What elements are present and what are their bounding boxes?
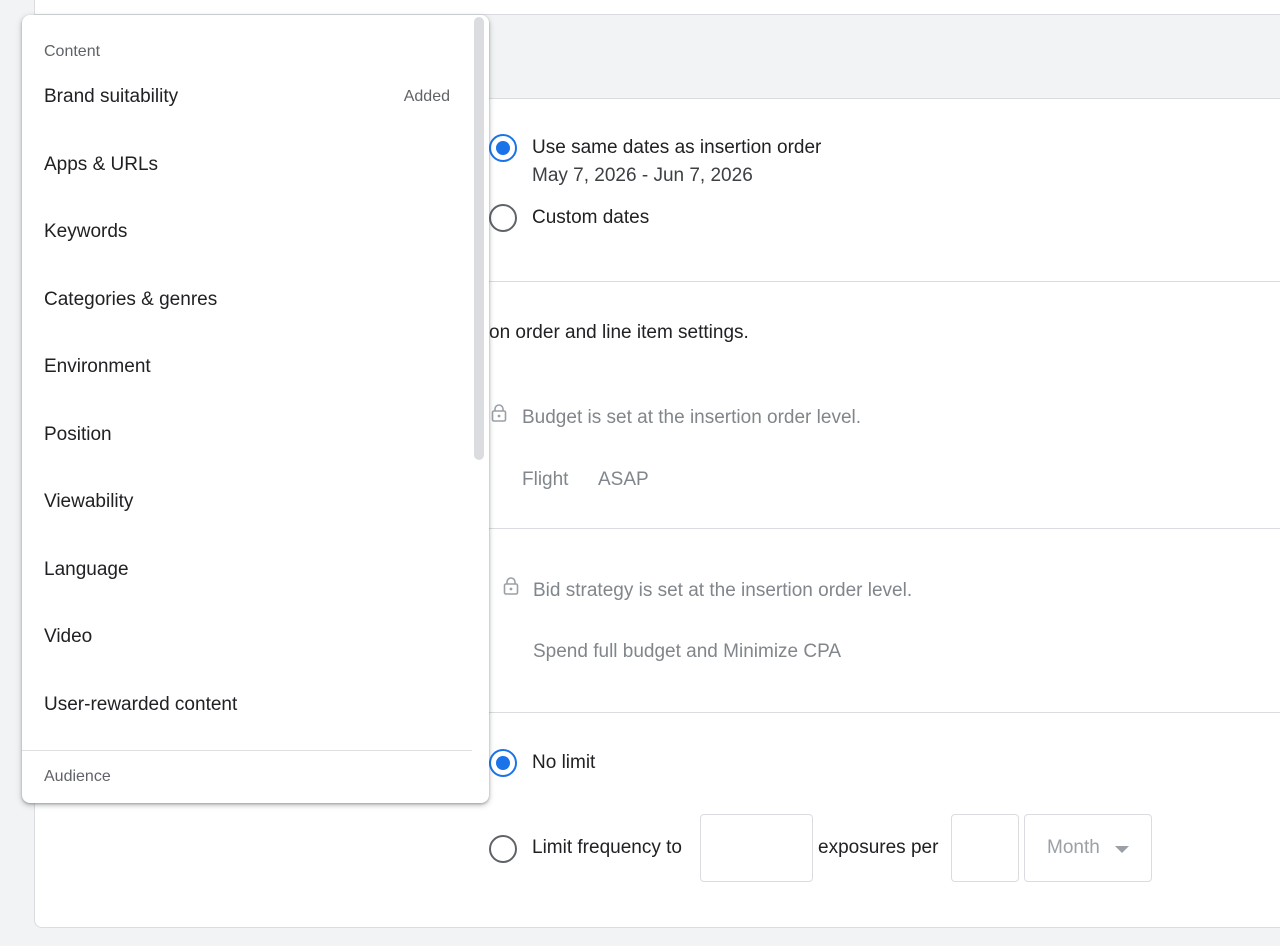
menu-item-brand-suitability[interactable]: Brand suitability Added <box>22 65 472 132</box>
menu-item-video[interactable]: Video <box>22 605 472 672</box>
menu-item-apps-urls[interactable]: Apps & URLs <box>22 133 472 200</box>
menu-scrollbar[interactable] <box>474 17 484 460</box>
menu-section-header-audience: Audience <box>44 768 111 785</box>
same-dates-label: Use same dates as insertion order <box>532 137 822 158</box>
same-dates-radio[interactable] <box>489 134 517 162</box>
menu-item-position[interactable]: Position <box>22 403 472 470</box>
lock-icon <box>491 404 507 422</box>
custom-dates-label: Custom dates <box>532 207 650 228</box>
arrow-drop-down-icon <box>1115 846 1129 853</box>
date-range-text: May 7, 2026 - Jun 7, 2026 <box>532 165 753 186</box>
no-limit-radio[interactable] <box>489 749 517 777</box>
budget-flight-label: Flight <box>522 469 569 490</box>
menu-item-label: Video <box>44 626 93 647</box>
menu-section-header-content: Content <box>44 43 101 60</box>
limit-frequency-radio[interactable] <box>489 835 517 863</box>
menu-item-label: Apps & URLs <box>44 154 159 175</box>
targeting-menu: Content Brand suitability Added Apps & U… <box>22 15 489 803</box>
bid-strategy-text: Spend full budget and Minimize CPA <box>533 641 842 662</box>
period-count-input[interactable] <box>951 814 1019 882</box>
budget-intro-text: on order and line item settings. <box>489 322 749 343</box>
limit-frequency-label: Limit frequency to <box>532 837 682 858</box>
menu-item-label: Environment <box>44 356 151 377</box>
menu-item-label: Brand suitability <box>44 86 179 107</box>
exposures-count-input[interactable] <box>700 814 813 882</box>
exposures-per-label: exposures per <box>818 837 939 858</box>
menu-item-language[interactable]: Language <box>22 538 472 605</box>
custom-dates-radio[interactable] <box>489 204 517 232</box>
budget-flight-value: ASAP <box>598 469 649 490</box>
menu-item-viewability[interactable]: Viewability <box>22 470 472 537</box>
menu-divider <box>22 750 472 751</box>
menu-item-label: User-rewarded content <box>44 694 238 715</box>
no-limit-label: No limit <box>532 752 596 773</box>
menu-item-keywords[interactable]: Keywords <box>22 200 472 267</box>
menu-item-label: Keywords <box>44 221 128 242</box>
period-select-value: Month <box>1047 837 1100 858</box>
period-select[interactable]: Month <box>1024 814 1152 882</box>
bid-lock-text: Bid strategy is set at the insertion ord… <box>533 580 913 601</box>
menu-item-label: Viewability <box>44 491 134 512</box>
menu-item-label: Categories & genres <box>44 289 218 310</box>
menu-item-environment[interactable]: Environment <box>22 335 472 402</box>
budget-lock-text: Budget is set at the insertion order lev… <box>522 407 862 428</box>
menu-item-categories-genres[interactable]: Categories & genres <box>22 268 472 335</box>
lock-icon <box>503 577 519 595</box>
menu-item-user-rewarded-content[interactable]: User-rewarded content <box>22 673 472 740</box>
added-badge: Added <box>403 88 450 105</box>
menu-item-label: Position <box>44 424 112 445</box>
menu-item-label: Language <box>44 559 129 580</box>
